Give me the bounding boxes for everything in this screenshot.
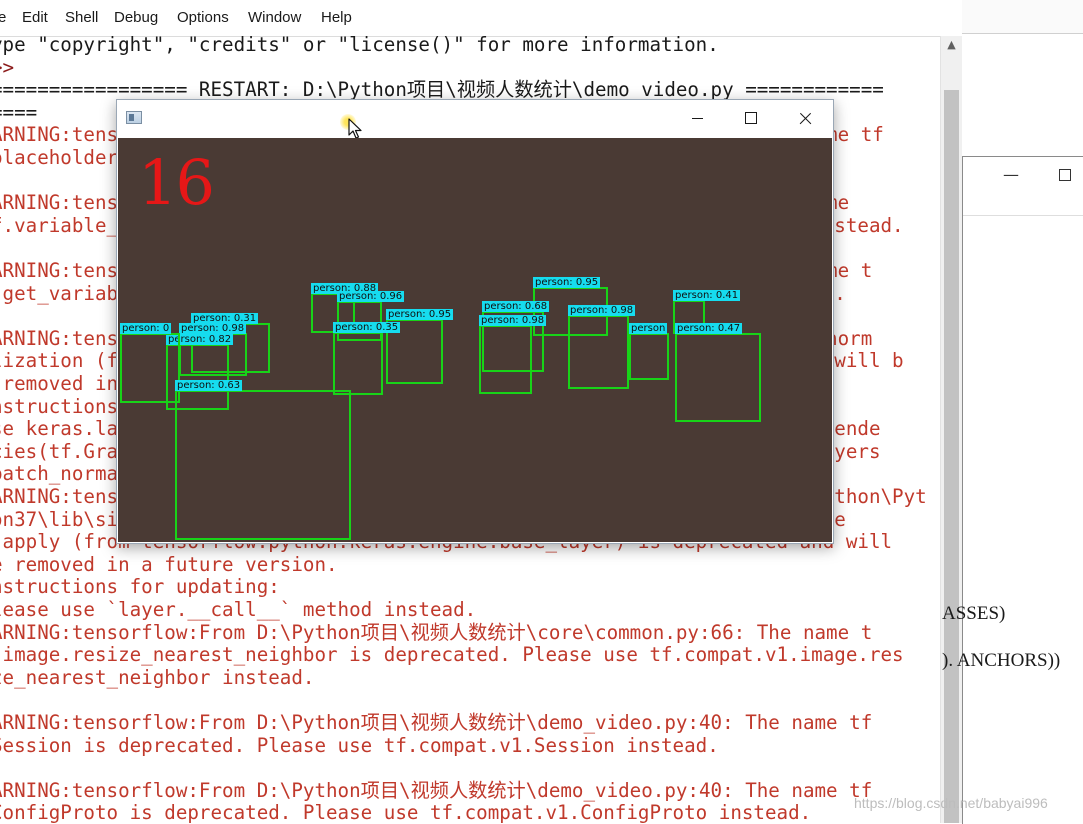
menu-debug[interactable]: Debug	[114, 9, 158, 26]
menu-shell[interactable]: Shell	[65, 9, 98, 26]
person-detection-box: person: 0.98	[568, 305, 636, 389]
menu-window[interactable]: Window	[248, 9, 301, 26]
shell-line: Session is deprecated. Please use tf.com…	[0, 734, 719, 757]
detection-label: person: 0.63	[175, 380, 243, 391]
detection-label: person: 0.95	[533, 277, 601, 288]
video-frame: 16 person: 0.88 person: 0.96 person: 0.95 p…	[118, 138, 832, 542]
people-count: 16	[138, 146, 215, 219]
minimize-button[interactable]	[670, 100, 724, 137]
maximize-icon[interactable]	[1059, 169, 1071, 181]
detection-label: person: 0.95	[386, 309, 454, 320]
detection-label: person	[629, 323, 668, 334]
editor-window: — ASSES) ). ANCHORS))	[942, 156, 1083, 824]
app-window-icon	[126, 111, 142, 124]
detection-label: person: 0	[120, 323, 172, 334]
shell-line: lease use `layer.__call__` method instea…	[0, 598, 477, 621]
detection-label: person: 0.68	[482, 301, 550, 312]
shell-line: ARNING:tensorflow:From D:\Python项目\视频人数统…	[0, 621, 873, 644]
video-window: 16 person: 0.88 person: 0.96 person: 0.95 p…	[116, 99, 834, 544]
vertical-scrollbar[interactable]: ▲	[940, 36, 962, 823]
shell-line: nstructions for updating:	[0, 575, 280, 598]
shell-line: ====	[0, 101, 38, 124]
menu-help[interactable]: Help	[321, 9, 352, 26]
minimize-icon[interactable]: —	[1003, 165, 1019, 184]
code-line: ). ANCHORS))	[942, 650, 1061, 671]
detection-label: person: 0.35	[333, 322, 401, 333]
code-line: ASSES)	[942, 603, 1006, 624]
menu-edit[interactable]: Edit	[22, 9, 48, 26]
shell-line: ze_nearest_neighbor instead.	[0, 666, 315, 689]
menu-file[interactable]: e	[0, 9, 6, 26]
close-button[interactable]	[778, 100, 832, 137]
editor-titlebar: —	[963, 157, 1083, 216]
detection-label: person: 0.47	[675, 323, 743, 334]
menu-bar: e Edit Shell Debug Options Window Help	[0, 0, 962, 37]
scrollbar-thumb[interactable]	[944, 90, 959, 823]
person-detection-box: person	[629, 323, 669, 380]
person-detection-box: person: 0	[120, 323, 180, 403]
menu-options[interactable]: Options	[177, 9, 229, 26]
shell-line: ConfigProto is deprecated. Please use tf…	[0, 801, 812, 824]
shell-line: ARNING:tensorflow:From D:\Python项目\视频人数统…	[0, 779, 873, 802]
person-detection-box: person: 0.98	[479, 315, 547, 394]
editor-window-body	[962, 34, 1083, 156]
person-detection-box: person: 0.47	[675, 323, 761, 422]
watermark-text: https://blog.csdn.net/babyai996	[854, 795, 1048, 811]
shell-line: >>	[0, 56, 15, 79]
maximize-button[interactable]	[724, 100, 778, 137]
chevron-up-icon[interactable]: ▲	[941, 38, 962, 54]
shell-line: ARNING:tensorflow:From D:\Python项目\视频人数统…	[0, 711, 873, 734]
detection-label: person: 0.98	[568, 305, 636, 316]
detection-label: person: 0.96	[337, 291, 405, 302]
shell-line: image.resize_nearest_neighbor is depreca…	[0, 643, 904, 666]
detection-label: person: 0.98	[179, 323, 247, 334]
editor-window-background: — ASSES) ). ANCHORS))	[942, 0, 1083, 824]
detection-label: person: 0.41	[673, 290, 741, 301]
shell-line: ype "copyright", "credits" or "license()…	[0, 33, 719, 56]
shell-line: e removed in a future version.	[0, 553, 338, 576]
mouse-pointer-icon	[348, 118, 362, 139]
video-window-titlebar[interactable]	[117, 100, 833, 139]
detection-label: person: 0.98	[479, 315, 547, 326]
editor-window-titlebar	[962, 0, 1083, 34]
person-detection-box: person: 0.35	[333, 322, 401, 395]
shell-line: ================= RESTART: D:\Python项目\视…	[0, 78, 884, 101]
person-detection-box: person: 0.63	[175, 380, 351, 540]
